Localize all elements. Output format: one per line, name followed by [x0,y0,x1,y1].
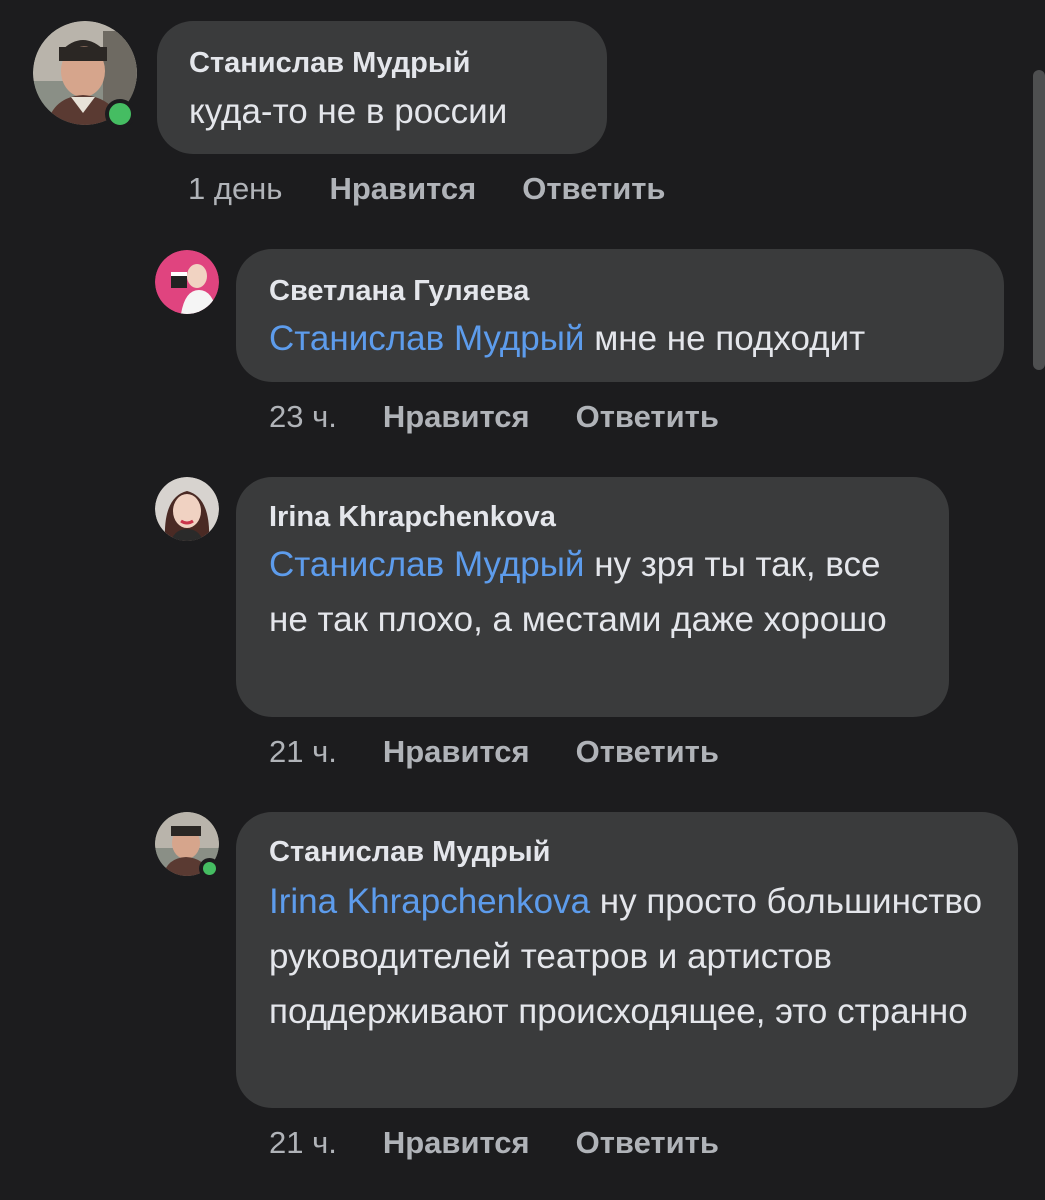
comment-thread: Станислав Мудрый куда-то не в россии 1 д… [0,0,1045,1200]
comment-author[interactable]: Станислав Мудрый [269,834,985,870]
mention-link[interactable]: Irina Khrapchenkova [269,882,590,921]
avatar[interactable] [155,812,220,879]
avatar[interactable] [155,477,219,541]
comment-body: куда-то не в россии [189,92,508,131]
comment-timestamp: 21 ч. [269,734,337,769]
comment-body: мне не подходит [594,319,866,358]
comment-bubble[interactable]: Светлана Гуляева Станислав Мудрый мне не… [236,249,1004,382]
comment-actions: 23 ч. Нравится Ответить [269,397,719,437]
reply-button[interactable]: Ответить [576,1125,719,1161]
like-button[interactable]: Нравится [383,1125,530,1161]
comment-text: Станислав Мудрый ну зря ты так, все не т… [269,537,919,647]
comment-timestamp: 21 ч. [269,1125,337,1160]
comment-text: куда-то не в россии [189,84,575,139]
reply-button[interactable]: Ответить [576,399,719,435]
comment-actions: 21 ч. Нравится Ответить [269,1123,719,1163]
comment-bubble[interactable]: Станислав Мудрый Irina Khrapchenkova ну … [236,812,1018,1108]
comment-bubble[interactable]: Irina Khrapchenkova Станислав Мудрый ну … [236,477,949,717]
mention-link[interactable]: Станислав Мудрый [269,545,584,584]
like-button[interactable]: Нравится [383,399,530,435]
mention-link[interactable]: Станислав Мудрый [269,319,584,358]
like-button[interactable]: Нравится [329,171,476,207]
avatar[interactable] [33,21,137,129]
user-photo-icon [155,250,219,314]
scrollbar[interactable] [1033,70,1045,370]
comment-text: Станислав Мудрый мне не подходит [269,311,971,366]
user-photo-icon [155,477,219,541]
comment-author[interactable]: Irina Khrapchenkova [269,499,916,535]
reply-button[interactable]: Ответить [522,171,665,207]
comment: Станислав Мудрый куда-то не в россии 1 д… [0,0,1045,230]
comment-bubble[interactable]: Станислав Мудрый куда-то не в россии [157,21,607,154]
like-button[interactable]: Нравится [383,734,530,770]
online-status-icon [199,858,220,879]
comment-timestamp: 1 день [188,171,283,206]
comment-text: Irina Khrapchenkova ну просто большинств… [269,874,989,1039]
comment-author[interactable]: Станислав Мудрый [189,45,575,81]
comment-actions: 21 ч. Нравится Ответить [269,732,719,772]
avatar[interactable] [155,250,219,314]
comment-timestamp: 23 ч. [269,399,337,434]
reply-button[interactable]: Ответить [576,734,719,770]
comment-actions: 1 день Нравится Ответить [188,169,666,209]
online-status-icon [105,99,135,129]
comment-author[interactable]: Светлана Гуляева [269,273,971,309]
